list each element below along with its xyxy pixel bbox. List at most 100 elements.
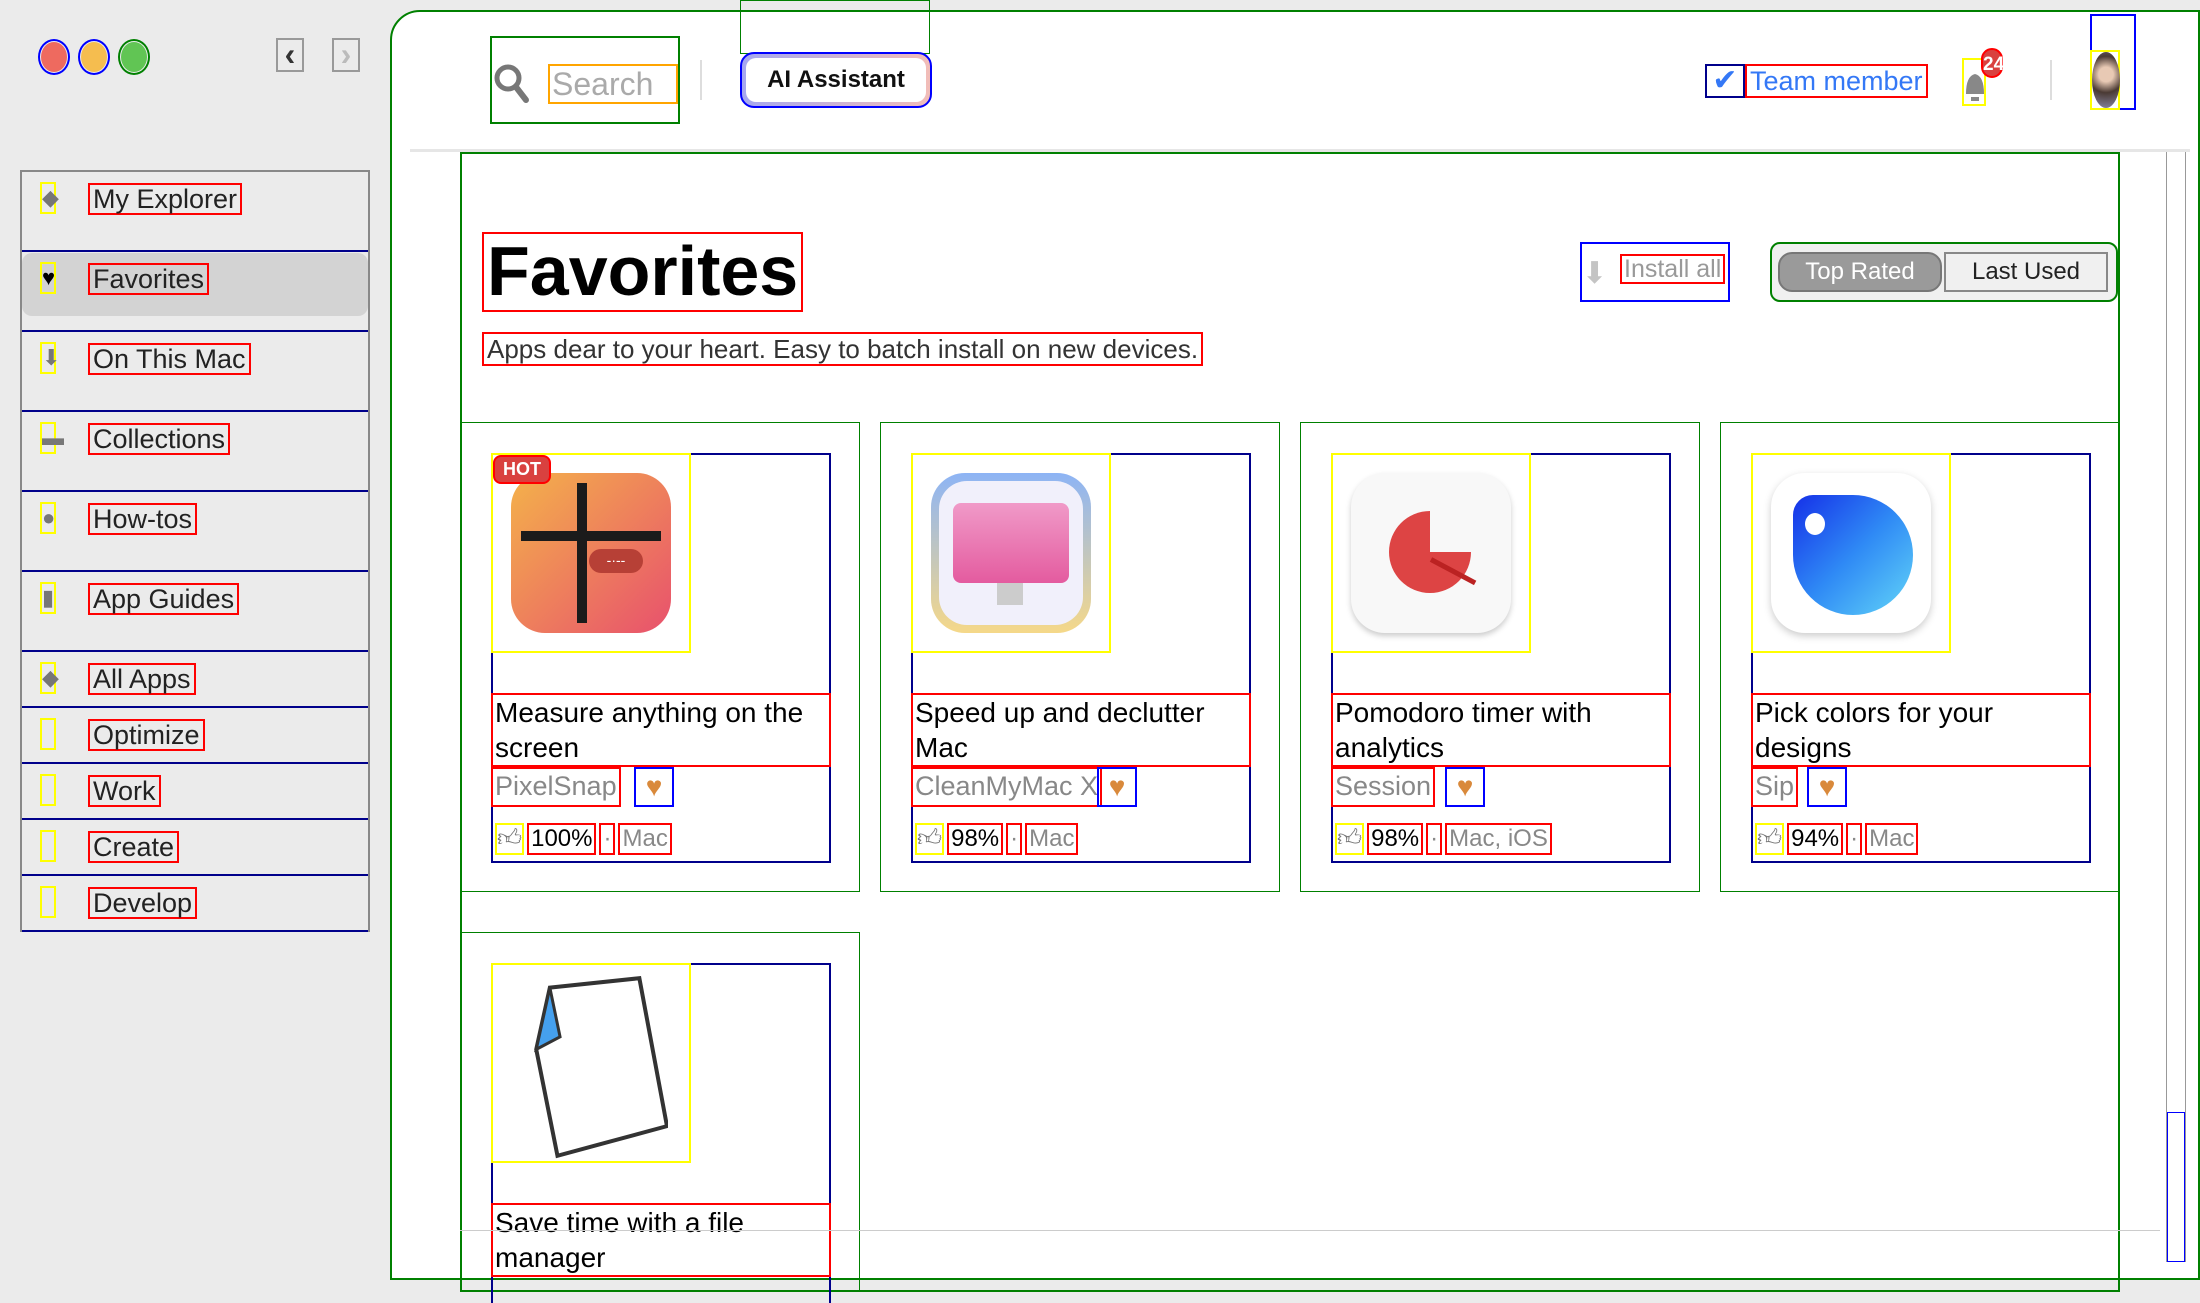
app-title[interactable]: Save time with a file manager — [491, 1203, 831, 1277]
favorite-heart-icon[interactable]: ♥ — [1807, 767, 1847, 807]
favorite-heart-icon[interactable]: ♥ — [1097, 767, 1137, 807]
ai-frame — [740, 0, 930, 54]
divider — [700, 60, 702, 100]
folder-icon: ▬ — [40, 422, 64, 454]
sidebar-item-label: How-tos — [88, 503, 198, 535]
explorer-icon: ◆ — [40, 182, 59, 214]
avatar[interactable] — [2090, 50, 2120, 110]
sidebar-item-label: Create — [88, 831, 180, 863]
separator: · — [599, 823, 616, 855]
ai-assistant-button[interactable]: AI Assistant — [740, 52, 932, 108]
develop-icon — [40, 886, 56, 918]
sidebar-item-collections[interactable]: ▬ Collections — [22, 412, 368, 492]
sidebar-item-label: On This Mac — [88, 343, 251, 375]
app-card[interactable]: Save time with a file manager — [460, 932, 860, 1303]
sidebar-item-favorites[interactable]: ♥ Favorites — [22, 252, 368, 332]
sidebar-item-develop[interactable]: Develop — [22, 876, 368, 932]
app-card-body: Pomodoro timer with analytics Session ♥ 👍… — [1331, 453, 1671, 863]
favorite-heart-icon[interactable]: ♥ — [1445, 767, 1485, 807]
install-all-label: Install all — [1620, 254, 1726, 284]
divider — [2050, 60, 2052, 100]
app-icon — [1331, 453, 1531, 653]
sidebar-item-label: Favorites — [88, 263, 210, 295]
app-title[interactable]: Pick colors for your designs — [1751, 693, 2091, 767]
app-stats: 👍︎ 100% · Mac — [495, 823, 672, 855]
hot-badge: HOT — [493, 455, 551, 484]
app-rating: 100% — [527, 823, 597, 855]
app-card[interactable]: Pomodoro timer with analytics Session ♥ 👍… — [1300, 422, 1700, 892]
sidebar-item-work[interactable]: Work — [22, 764, 368, 820]
sidebar-item-create[interactable]: Create — [22, 820, 368, 876]
optimize-icon — [40, 718, 56, 750]
zoom-window-button[interactable] — [118, 39, 150, 75]
separator: · — [1846, 823, 1863, 855]
app-developer[interactable]: Sip — [1751, 767, 1799, 807]
search-box[interactable]: Search — [490, 36, 680, 124]
sidebar-item-on-this-mac[interactable]: ⬇ On This Mac — [22, 332, 368, 412]
sidebar-item-label: App Guides — [88, 583, 240, 615]
app-rating: 98% — [947, 823, 1004, 855]
create-icon — [40, 830, 56, 862]
scrollbar[interactable] — [2166, 152, 2186, 1262]
app-developer[interactable]: Session — [1331, 767, 1436, 807]
team-member-label[interactable]: Team member — [1745, 64, 1928, 98]
minimize-window-button[interactable] — [78, 39, 110, 75]
page-subtitle: Apps dear to your heart. Easy to batch i… — [482, 332, 1204, 366]
sidebar-item-my-explorer[interactable]: ◆ My Explorer — [22, 172, 368, 252]
download-icon: ⬇ — [1582, 257, 1608, 290]
search-input[interactable]: Search — [548, 64, 678, 104]
app-card-body: Save time with a file manager — [491, 963, 831, 1303]
install-all-button[interactable]: ⬇ Install all — [1580, 242, 1730, 302]
thumbs-up-icon: 👍︎ — [495, 823, 525, 855]
sort-segmented-control: Top Rated Last Used — [1770, 242, 2118, 302]
app-rating: 98% — [1367, 823, 1424, 855]
sidebar-item-how-tos[interactable]: ● How-tos — [22, 492, 368, 572]
back-button[interactable]: ‹ — [276, 38, 304, 72]
team-member-checkbox[interactable]: ✔ — [1705, 64, 1745, 98]
app-title[interactable]: Speed up and declutter Mac — [911, 693, 1251, 767]
book-icon: ▮ — [40, 582, 56, 614]
app-developer[interactable]: CleanMyMac X — [911, 767, 1103, 807]
app-developer[interactable]: PixelSnap — [491, 767, 621, 807]
app-card[interactable]: Pick colors for your designs Sip ♥ 👍︎ 94%… — [1720, 422, 2120, 892]
lightbulb-icon: ● — [40, 502, 56, 534]
heart-icon: ♥ — [40, 262, 56, 294]
separator: · — [1426, 823, 1443, 855]
forward-button[interactable]: › — [332, 38, 360, 72]
sidebar-item-label: Optimize — [88, 719, 205, 751]
app-platforms: Mac, iOS — [1445, 823, 1552, 855]
notification-badge: 24 — [1981, 48, 2004, 78]
app-stats: 👍︎ 98% · Mac, iOS — [1335, 823, 1552, 855]
app-platforms: Mac — [618, 823, 672, 855]
segment-top-rated[interactable]: Top Rated — [1778, 252, 1942, 292]
sidebar-item-all-apps[interactable]: ◆ All Apps — [22, 652, 368, 708]
app-platforms: Mac — [1025, 823, 1079, 855]
app-stats: 👍︎ 98% · Mac — [915, 823, 1079, 855]
work-icon — [40, 774, 56, 806]
app-rating: 94% — [1787, 823, 1844, 855]
app-icon — [911, 453, 1111, 653]
app-title[interactable]: Pomodoro timer with analytics — [1331, 693, 1671, 767]
sidebar-item-label: Collections — [88, 423, 231, 455]
scrollbar-thumb[interactable] — [2167, 1112, 2185, 1262]
segment-last-used[interactable]: Last Used — [1944, 252, 2108, 292]
thumbs-up-icon: 👍︎ — [1755, 823, 1785, 855]
app-icon — [1751, 453, 1951, 653]
search-icon — [494, 64, 529, 103]
sidebar-item-optimize[interactable]: Optimize — [22, 708, 368, 764]
close-window-button[interactable] — [38, 39, 70, 75]
app-card-body: Pick colors for your designs Sip ♥ 👍︎ 94%… — [1751, 453, 2091, 863]
app-card[interactable]: Speed up and declutter Mac CleanMyMac X ♥… — [880, 422, 1280, 892]
favorite-heart-icon[interactable]: ♥ — [634, 767, 674, 807]
sidebar-item-app-guides[interactable]: ▮ App Guides — [22, 572, 368, 652]
sidebar-item-label: My Explorer — [88, 183, 243, 215]
app-card-body: Speed up and declutter Mac CleanMyMac X ♥… — [911, 453, 1251, 863]
app-card-body: -·-- HOT Measure anything on the screen Pix… — [491, 453, 831, 863]
ai-assistant-label: AI Assistant — [746, 58, 926, 102]
divider — [460, 1230, 2160, 1231]
diamond-icon: ◆ — [40, 662, 59, 694]
download-arrow-icon: ⬇ — [40, 342, 60, 374]
app-card[interactable]: -·-- HOT Measure anything on the screen Pix… — [460, 422, 860, 892]
app-title[interactable]: Measure anything on the screen — [491, 693, 831, 767]
sidebar-item-label: All Apps — [88, 663, 196, 695]
